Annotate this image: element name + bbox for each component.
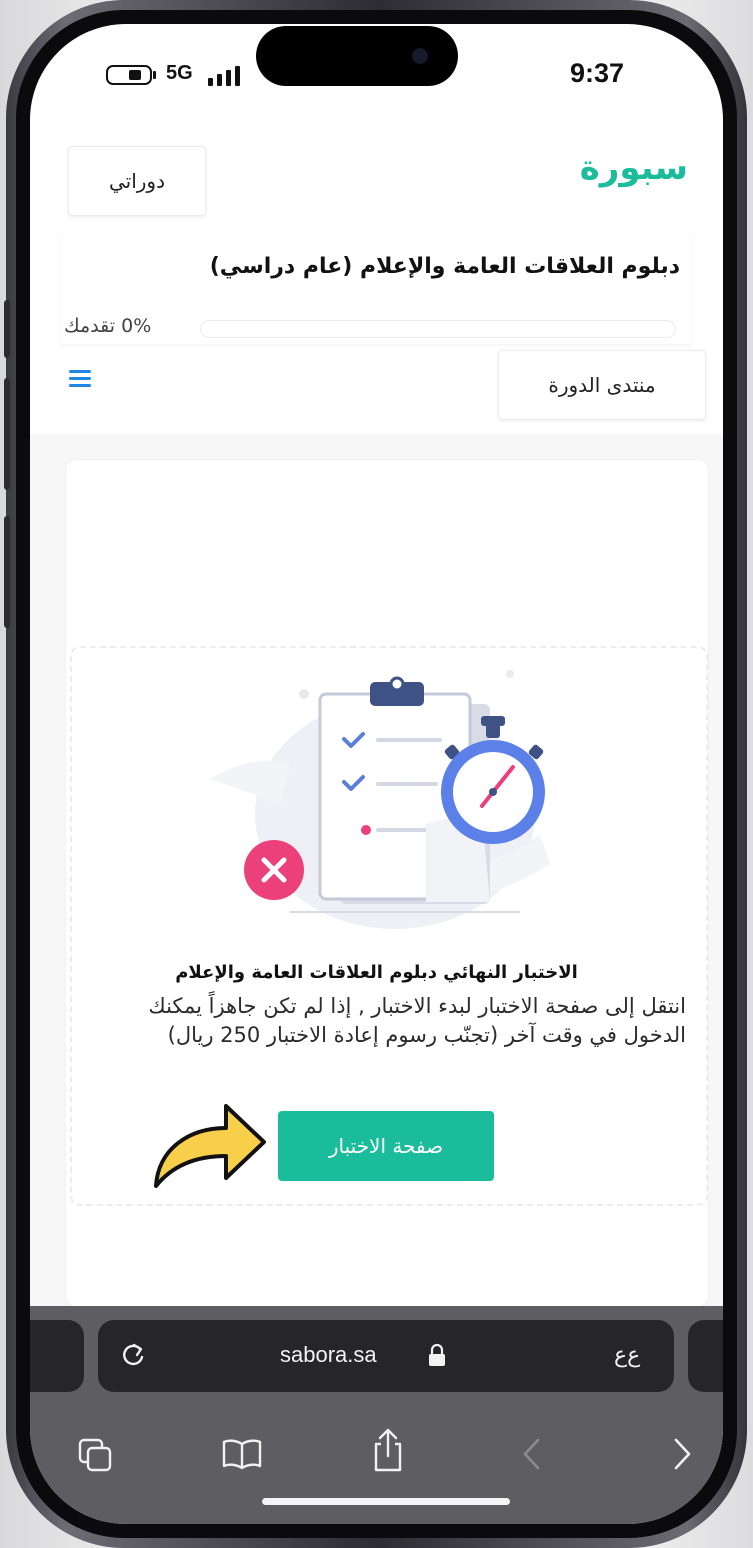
- share-icon[interactable]: [370, 1426, 406, 1474]
- quiz-title: الاختبار النهائي دبلوم العلاقات العامة و…: [175, 962, 578, 983]
- browser-toolbar: sabora.sa ﻉﻉ: [30, 1306, 723, 1524]
- menu-icon[interactable]: [66, 360, 102, 396]
- tabs-icon[interactable]: [76, 1434, 116, 1474]
- my-courses-button[interactable]: دوراتي: [68, 146, 206, 216]
- quiz-description: انتقل إلى صفحة الاختبار لبدء الاختبار , …: [148, 994, 686, 1047]
- quiz-page-button[interactable]: صفحة الاختبار: [278, 1111, 494, 1181]
- camera-icon: [412, 48, 428, 64]
- network-label: 5G: [166, 62, 193, 84]
- forward-icon[interactable]: [670, 1436, 694, 1472]
- course-title: دبلوم العلاقات العامة والإعلام (عام دراس…: [209, 254, 680, 279]
- phone-screen: 5G 9:37 دوراتي سبورة دبلوم العلاقات العا…: [30, 24, 723, 1524]
- reload-icon[interactable]: [118, 1340, 148, 1370]
- progress-label: 0% تقدمك: [64, 315, 152, 337]
- pointing-arrow-icon: [148, 1098, 272, 1194]
- progress-bar: [200, 320, 676, 338]
- bookmarks-icon[interactable]: [220, 1434, 264, 1474]
- site-logo[interactable]: سبورة: [570, 148, 688, 200]
- url-label: sabora.sa: [280, 1342, 377, 1367]
- home-indicator[interactable]: [262, 1498, 510, 1505]
- battery-icon: [106, 64, 158, 86]
- side-button-volume-up: [4, 378, 10, 490]
- previous-tab-pill[interactable]: [30, 1320, 84, 1392]
- reader-settings-button[interactable]: ﻉﻉ: [614, 1342, 640, 1368]
- next-tab-pill[interactable]: [688, 1320, 723, 1392]
- back-icon[interactable]: [520, 1436, 544, 1472]
- signal-icon: [208, 64, 244, 86]
- address-bar[interactable]: [98, 1320, 674, 1392]
- clock: 9:37: [570, 58, 625, 88]
- quiz-illustration: [200, 664, 570, 944]
- side-button-action: [4, 300, 10, 358]
- course-forum-button[interactable]: منتدى الدورة: [498, 350, 706, 420]
- side-button-volume-down: [4, 516, 10, 628]
- lock-icon: [428, 1343, 446, 1367]
